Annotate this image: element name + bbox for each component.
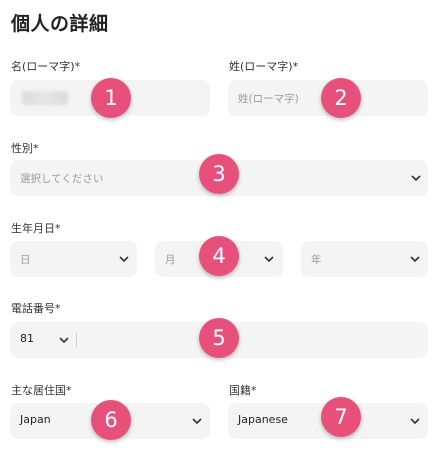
last-name-placeholder: 姓(ローマ字) <box>238 93 299 105</box>
birth-year-select[interactable]: 年 <box>301 241 428 277</box>
chevron-down-icon <box>410 418 420 425</box>
last-name-label: 姓(ローマ字)* <box>229 60 299 73</box>
badge-7: 7 <box>321 397 361 437</box>
residence-label: 主な居住国* <box>11 384 72 397</box>
chevron-down-icon <box>119 256 129 263</box>
gender-placeholder: 選択してください <box>20 173 104 185</box>
birth-month-placeholder: 月 <box>165 254 176 266</box>
phone-label: 電話番号* <box>11 302 61 315</box>
phone-divider <box>76 332 77 348</box>
chevron-down-icon <box>411 175 421 182</box>
chevron-down-icon <box>410 256 420 263</box>
page-title: 個人の詳細 <box>11 13 109 35</box>
nationality-label: 国籍* <box>229 384 257 397</box>
redacted-value <box>22 91 68 105</box>
badge-1: 1 <box>91 78 131 118</box>
gender-label: 性別* <box>11 142 39 155</box>
birth-day-select[interactable]: 日 <box>10 241 137 277</box>
country-code[interactable]: 81 <box>20 332 34 345</box>
badge-3: 3 <box>199 154 239 194</box>
chevron-down-icon[interactable] <box>58 335 70 345</box>
chevron-down-icon <box>264 256 274 263</box>
birth-day-placeholder: 日 <box>20 254 31 266</box>
nationality-value: Japanese <box>238 413 288 426</box>
badge-2: 2 <box>321 78 361 118</box>
badge-5: 5 <box>199 318 239 358</box>
first-name-label: 名(ローマ字)* <box>11 60 81 73</box>
badge-6: 6 <box>91 400 131 440</box>
badge-4: 4 <box>199 236 239 276</box>
chevron-down-icon <box>192 418 202 425</box>
birthdate-label: 生年月日* <box>11 222 61 235</box>
birth-year-placeholder: 年 <box>311 254 322 266</box>
residence-value: Japan <box>20 413 51 426</box>
